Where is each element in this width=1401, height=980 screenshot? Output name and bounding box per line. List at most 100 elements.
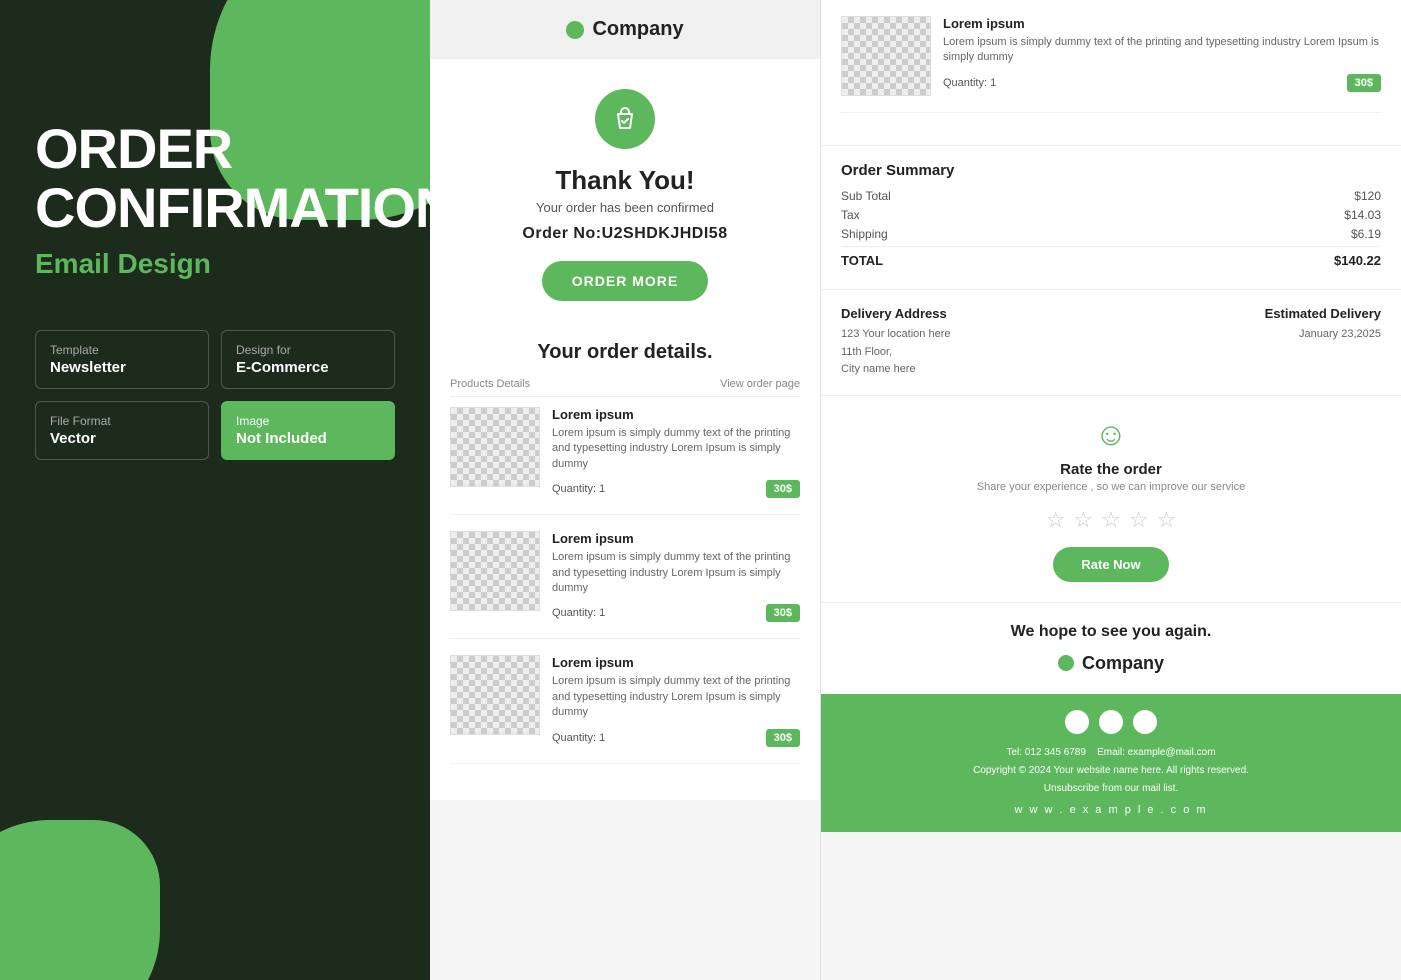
shopping-bag-icon — [595, 89, 655, 149]
product-item-1: Lorem ipsum Lorem ipsum is simply dummy … — [450, 407, 800, 515]
company-dot-icon — [566, 21, 584, 39]
social-icon-2[interactable] — [1099, 710, 1123, 734]
summary-value-tax: $14.03 — [1344, 208, 1381, 222]
summary-row-tax: Tax $14.03 — [841, 208, 1381, 222]
email-preview-right[interactable]: Lorem ipsum Lorem ipsum is simply dummy … — [820, 0, 1401, 980]
right-product-image — [841, 16, 931, 96]
right-product-name: Lorem ipsum — [943, 16, 1381, 31]
right-area: Company Thank You! Your order has been c… — [430, 0, 1401, 980]
product-image-2 — [450, 531, 540, 611]
product-item-3: Lorem ipsum Lorem ipsum is simply dummy … — [450, 655, 800, 763]
hope-section: We hope to see you again. Company — [821, 602, 1401, 694]
summary-row-shipping: Shipping $6.19 — [841, 227, 1381, 241]
summary-label-subtotal: Sub Total — [841, 189, 891, 203]
info-card-format: File Format Vector — [35, 401, 209, 460]
product-info-1: Lorem ipsum Lorem ipsum is simply dummy … — [552, 407, 800, 498]
product-price-2: 30$ — [766, 604, 800, 622]
title-line2: CONFIRMATION — [35, 176, 430, 239]
summary-label-shipping: Shipping — [841, 227, 888, 241]
product-name-1: Lorem ipsum — [552, 407, 800, 422]
card-label-format: File Format — [50, 414, 194, 428]
address-line-3: City name here — [841, 363, 916, 375]
product-qty-1: Quantity: 1 — [552, 483, 605, 495]
company-dot-footer-icon — [1058, 655, 1074, 671]
summary-label-total: TOTAL — [841, 253, 883, 268]
order-more-button[interactable]: ORDER MORE — [542, 261, 708, 301]
main-title: ORDER CONFIRMATION — [35, 120, 395, 238]
address-line-2: 11th Floor, — [841, 346, 892, 358]
hope-text: We hope to see you again. — [841, 623, 1381, 641]
card-label-design: Design for — [236, 343, 380, 357]
smiley-icon: ☺ — [841, 416, 1381, 453]
product-item-2: Lorem ipsum Lorem ipsum is simply dummy … — [450, 531, 800, 639]
footer-unsubscribe: Unsubscribe from our mail list. — [1044, 783, 1178, 794]
right-email-top: Lorem ipsum Lorem ipsum is simply dummy … — [821, 0, 1401, 145]
star-2: ☆ — [1073, 507, 1093, 533]
summary-label-tax: Tax — [841, 208, 860, 222]
info-card-template: Template Newsletter — [35, 330, 209, 389]
right-product-desc: Lorem ipsum is simply dummy text of the … — [943, 35, 1381, 66]
star-5: ☆ — [1157, 507, 1177, 533]
product-info-3: Lorem ipsum Lorem ipsum is simply dummy … — [552, 655, 800, 746]
product-desc-3: Lorem ipsum is simply dummy text of the … — [552, 674, 800, 720]
title-line1: ORDER — [35, 117, 232, 180]
order-confirmed-text: Your order has been confirmed — [450, 200, 800, 215]
products-header: Products Details View order page — [450, 378, 800, 397]
estimated-delivery-title: Estimated Delivery — [1121, 306, 1381, 321]
estimated-delivery-date: January 23,2025 — [1121, 326, 1381, 344]
subtitle: Email Design — [35, 248, 395, 280]
summary-value-subtotal: $120 — [1354, 189, 1381, 203]
email-header: Company — [430, 0, 820, 59]
estimated-delivery: Estimated Delivery January 23,2025 — [1121, 306, 1381, 379]
summary-title: Order Summary — [841, 162, 1381, 179]
rate-section: ☺ Rate the order Share your experience ,… — [821, 395, 1401, 602]
summary-value-shipping: $6.19 — [1351, 227, 1381, 241]
products-header-right: View order page — [720, 378, 800, 390]
card-value-image: Not Included — [236, 430, 380, 447]
footer-copyright: Copyright © 2024 Your website name here.… — [973, 765, 1249, 776]
email-preview-left[interactable]: Company Thank You! Your order has been c… — [430, 0, 820, 980]
delivery-address-title: Delivery Address — [841, 306, 1101, 321]
star-4: ☆ — [1129, 507, 1149, 533]
stars-row: ☆ ☆ ☆ ☆ ☆ — [841, 507, 1381, 533]
product-desc-1: Lorem ipsum is simply dummy text of the … — [552, 426, 800, 472]
social-icon-3[interactable] — [1133, 710, 1157, 734]
product-qty-row-1: Quantity: 1 30$ — [552, 480, 800, 498]
company-name: Company — [592, 18, 683, 41]
products-header-left: Products Details — [450, 378, 530, 390]
order-number: Order No:U2SHDKJHDI58 — [450, 225, 800, 243]
social-icon-1[interactable] — [1065, 710, 1089, 734]
right-product-info: Lorem ipsum Lorem ipsum is simply dummy … — [943, 16, 1381, 96]
product-qty-row-2: Quantity: 1 30$ — [552, 604, 800, 622]
product-price-3: 30$ — [766, 729, 800, 747]
info-card-design: Design for E-Commerce — [221, 330, 395, 389]
rate-title: Rate the order — [841, 461, 1381, 478]
right-product-qty: Quantity: 1 — [943, 77, 996, 89]
product-image-1 — [450, 407, 540, 487]
thank-you-section: Thank You! Your order has been confirmed… — [430, 59, 820, 321]
thank-title: Thank You! — [450, 165, 800, 196]
delivery-address-info: 123 Your location here 11th Floor, City … — [841, 326, 1101, 379]
product-image-3 — [450, 655, 540, 735]
footer-social — [841, 710, 1381, 734]
card-value-design: E-Commerce — [236, 359, 380, 376]
right-product-price: 30$ — [1347, 74, 1381, 92]
product-qty-row-3: Quantity: 1 30$ — [552, 729, 800, 747]
email-inner-left: Company Thank You! Your order has been c… — [430, 0, 820, 800]
card-label-template: Template — [50, 343, 194, 357]
right-product-qty-row: Quantity: 1 30$ — [943, 74, 1381, 92]
email-footer: Tel: 012 345 6789 Email: example@mail.co… — [821, 694, 1401, 832]
hope-company: Company — [841, 653, 1381, 674]
star-3: ☆ — [1101, 507, 1121, 533]
summary-value-total: $140.22 — [1334, 253, 1381, 268]
card-value-template: Newsletter — [50, 359, 194, 376]
rate-now-button[interactable]: Rate Now — [1053, 547, 1168, 582]
product-price-1: 30$ — [766, 480, 800, 498]
email-inner-right: Lorem ipsum Lorem ipsum is simply dummy … — [821, 0, 1401, 832]
footer-domain: w w w . e x a m p l e . c o m — [841, 804, 1381, 816]
star-1: ☆ — [1046, 507, 1066, 533]
product-info-2: Lorem ipsum Lorem ipsum is simply dummy … — [552, 531, 800, 622]
address-line-1: 123 Your location here — [841, 328, 950, 340]
company-name-footer: Company — [1082, 653, 1164, 674]
summary-row-subtotal: Sub Total $120 — [841, 189, 1381, 203]
